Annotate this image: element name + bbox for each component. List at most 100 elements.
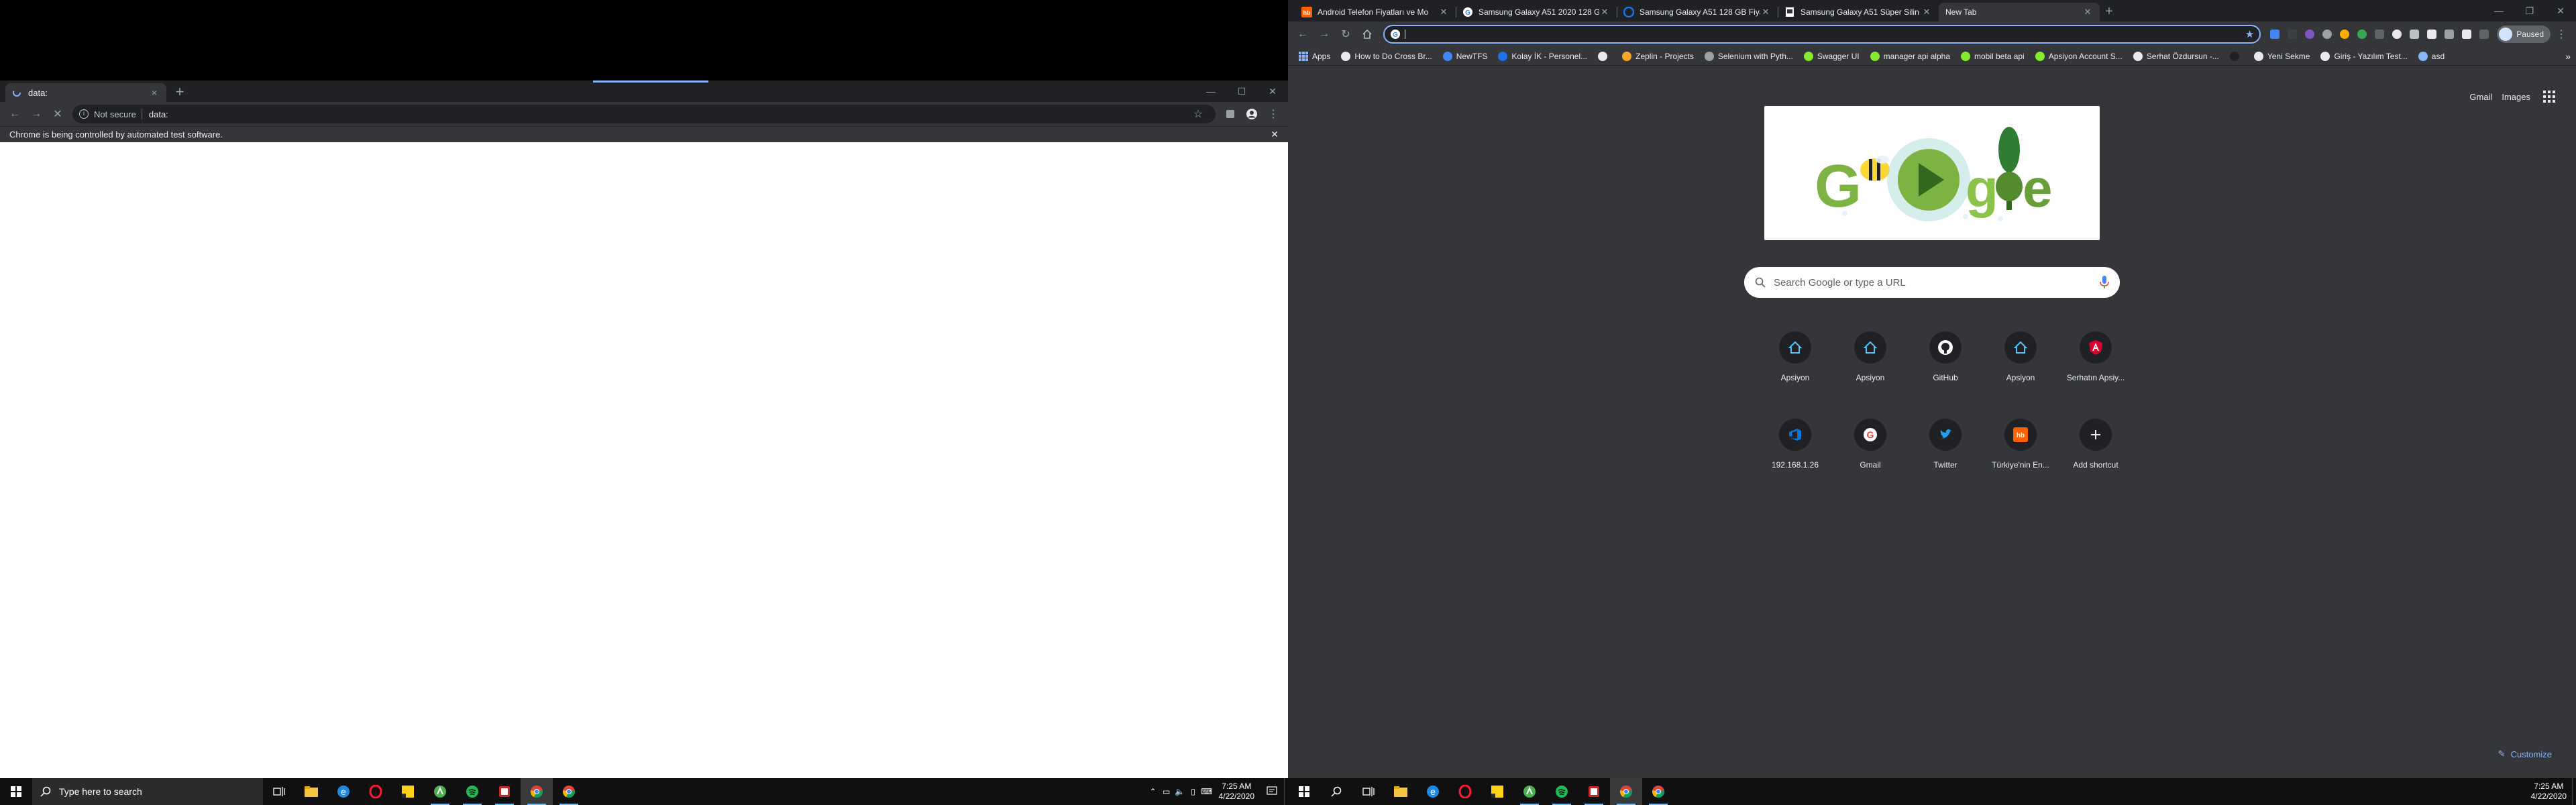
- taskbar-sticky-notes[interactable]: [1481, 778, 1513, 805]
- volume-icon[interactable]: 🔈: [1173, 778, 1187, 805]
- shortcut-tile[interactable]: hb Türkiye'nin En...: [1983, 408, 2058, 483]
- bookmark-item[interactable]: Selenium with Pyth...: [1699, 48, 1799, 64]
- customize-button[interactable]: ✎ Customize: [2490, 743, 2560, 765]
- bookmark-item[interactable]: Swagger UI: [1799, 48, 1865, 64]
- reload-button[interactable]: ↻: [1335, 23, 1356, 45]
- bookmark-item[interactable]: manager api alpha: [1865, 48, 1955, 64]
- task-view-button[interactable]: [263, 778, 295, 805]
- profile-avatar-icon[interactable]: [1241, 103, 1263, 125]
- bookmarks-overflow-button[interactable]: »: [2565, 51, 2571, 62]
- tab-close-icon[interactable]: ✕: [1921, 7, 1932, 17]
- bookmark-item[interactable]: Giriş - Yazılım Test...: [2315, 48, 2412, 64]
- tab-samsung-google[interactable]: G Samsung Galaxy A51 2020 128 G ✕: [1456, 3, 1617, 21]
- shortcut-tile[interactable]: 192.168.1.26: [1758, 408, 1833, 483]
- shortcut-tile[interactable]: Apsiyon: [1833, 321, 1908, 396]
- restore-button[interactable]: ❐: [2514, 0, 2545, 21]
- back-button[interactable]: ←: [1292, 23, 1313, 45]
- google-apps-button[interactable]: [2536, 83, 2563, 110]
- stop-button[interactable]: ✕: [47, 103, 68, 125]
- extension-rect-icon[interactable]: [2371, 25, 2388, 44]
- clock[interactable]: 7:25 AM 4/22/2020: [1214, 782, 1260, 802]
- bookmark-item[interactable]: Kolay İK - Personel...: [1493, 48, 1593, 64]
- taskbar-app-red[interactable]: [488, 778, 521, 805]
- gmail-link[interactable]: Gmail: [2469, 92, 2492, 102]
- bookmark-item[interactable]: Apsiyon Account S...: [2030, 48, 2128, 64]
- tab-close-icon[interactable]: ✕: [1599, 7, 1610, 17]
- clock[interactable]: 7:25 AM 4/22/2020: [2526, 782, 2572, 802]
- taskbar-opera[interactable]: [360, 778, 392, 805]
- bookmark-item[interactable]: [1593, 48, 1617, 64]
- taskbar-spotify[interactable]: [456, 778, 488, 805]
- extension-gear-icon[interactable]: [2388, 25, 2406, 44]
- extension-purple-icon[interactable]: [2301, 25, 2318, 44]
- forward-button[interactable]: →: [1313, 23, 1335, 45]
- action-center-button[interactable]: [1260, 778, 1284, 805]
- taskbar-app-green[interactable]: [1513, 778, 1546, 805]
- extension-gray-icon[interactable]: [2318, 25, 2336, 44]
- bookmark-item[interactable]: Apps: [1293, 48, 1336, 64]
- back-button[interactable]: ←: [4, 103, 25, 125]
- tab-close-icon[interactable]: ×: [149, 87, 160, 98]
- battery-icon[interactable]: ▭: [1160, 778, 1173, 805]
- bookmark-item[interactable]: Yeni Sekme: [2249, 48, 2316, 64]
- shortcut-tile[interactable]: Apsiyon: [1983, 321, 2058, 396]
- taskbar-app-red[interactable]: [1578, 778, 1610, 805]
- info-icon[interactable]: i: [79, 109, 89, 119]
- task-view-button[interactable]: [1352, 778, 1385, 805]
- network-icon[interactable]: ▯: [1187, 778, 1200, 805]
- bookmark-item[interactable]: Zeplin - Projects: [1617, 48, 1699, 64]
- forward-button[interactable]: →: [25, 103, 47, 125]
- bookmark-star-icon[interactable]: ★: [2245, 28, 2254, 40]
- bookmark-item[interactable]: How to Do Cross Br...: [1336, 48, 1437, 64]
- maximize-button[interactable]: ☐: [1226, 80, 1257, 102]
- tab-close-icon[interactable]: ✕: [2082, 7, 2093, 17]
- tab-close-icon[interactable]: ✕: [1438, 7, 1449, 17]
- shortcut-tile[interactable]: GitHub: [1908, 321, 1983, 396]
- minimize-button[interactable]: —: [2483, 0, 2514, 21]
- extension-screenshot-icon[interactable]: [2406, 25, 2423, 44]
- images-link[interactable]: Images: [2502, 92, 2530, 102]
- add-shortcut-tile[interactable]: Add shortcut: [2058, 408, 2133, 483]
- profile-paused-button[interactable]: Paused: [2497, 25, 2551, 43]
- extension-green-icon[interactable]: [2353, 25, 2371, 44]
- bookmark-item[interactable]: [2224, 48, 2249, 64]
- taskbar-opera[interactable]: [1449, 778, 1481, 805]
- close-window-button[interactable]: ✕: [2545, 0, 2576, 21]
- taskbar-edge[interactable]: e: [327, 778, 360, 805]
- microphone-icon[interactable]: [2100, 276, 2109, 289]
- google-doodle[interactable]: G g e: [1764, 106, 2100, 240]
- tray-chevron-up-icon[interactable]: ⌃: [1146, 778, 1160, 805]
- start-button[interactable]: [0, 778, 32, 805]
- infobar-close-icon[interactable]: ✕: [1271, 129, 1279, 140]
- shortcut-tile[interactable]: Serhatın Apsiy...: [2058, 321, 2133, 396]
- tab-close-icon[interactable]: ✕: [1760, 7, 1771, 17]
- taskbar-chrome-active[interactable]: [1610, 778, 1642, 805]
- extension-orange-icon[interactable]: [2336, 25, 2353, 44]
- bookmark-item[interactable]: NewTFS: [1438, 48, 1493, 64]
- taskbar-app-green[interactable]: [424, 778, 456, 805]
- tab-data[interactable]: data: ×: [5, 83, 166, 102]
- tab-samsung-cimri[interactable]: Samsung Galaxy A51 128 GB Fiya ✕: [1617, 3, 1778, 21]
- address-bar[interactable]: i Not secure data: ☆: [72, 105, 1216, 123]
- extension-icon[interactable]: [1220, 103, 1241, 125]
- taskbar-spotify[interactable]: [1546, 778, 1578, 805]
- bookmark-star-icon[interactable]: ☆: [1187, 103, 1209, 125]
- taskbar-chrome[interactable]: [553, 778, 585, 805]
- shortcut-tile[interactable]: Apsiyon: [1758, 321, 1833, 396]
- tab-android-telefon[interactable]: hb Android Telefon Fiyatları ve Mo ✕: [1295, 3, 1456, 21]
- taskbar-file-explorer[interactable]: [295, 778, 327, 805]
- bookmark-item[interactable]: Serhat Özdursun -...: [2128, 48, 2224, 64]
- extension-shield-icon[interactable]: [2423, 25, 2440, 44]
- minimize-button[interactable]: —: [1195, 80, 1226, 102]
- ntp-search-box[interactable]: Search Google or type a URL: [1744, 267, 2120, 298]
- bookmark-item[interactable]: asd: [2413, 48, 2450, 64]
- menu-kebab-icon[interactable]: ⋮: [1263, 103, 1284, 125]
- taskbar-search-button[interactable]: [1320, 778, 1352, 805]
- new-tab-button[interactable]: +: [2100, 3, 2118, 21]
- start-button[interactable]: [1288, 778, 1320, 805]
- tab-new-tab[interactable]: New Tab ✕: [1939, 3, 2100, 21]
- home-button[interactable]: [1356, 23, 1378, 45]
- extension-dark-icon[interactable]: [2284, 25, 2301, 44]
- extension-puzzle-icon[interactable]: [2475, 25, 2493, 44]
- taskbar-chrome[interactable]: [1642, 778, 1674, 805]
